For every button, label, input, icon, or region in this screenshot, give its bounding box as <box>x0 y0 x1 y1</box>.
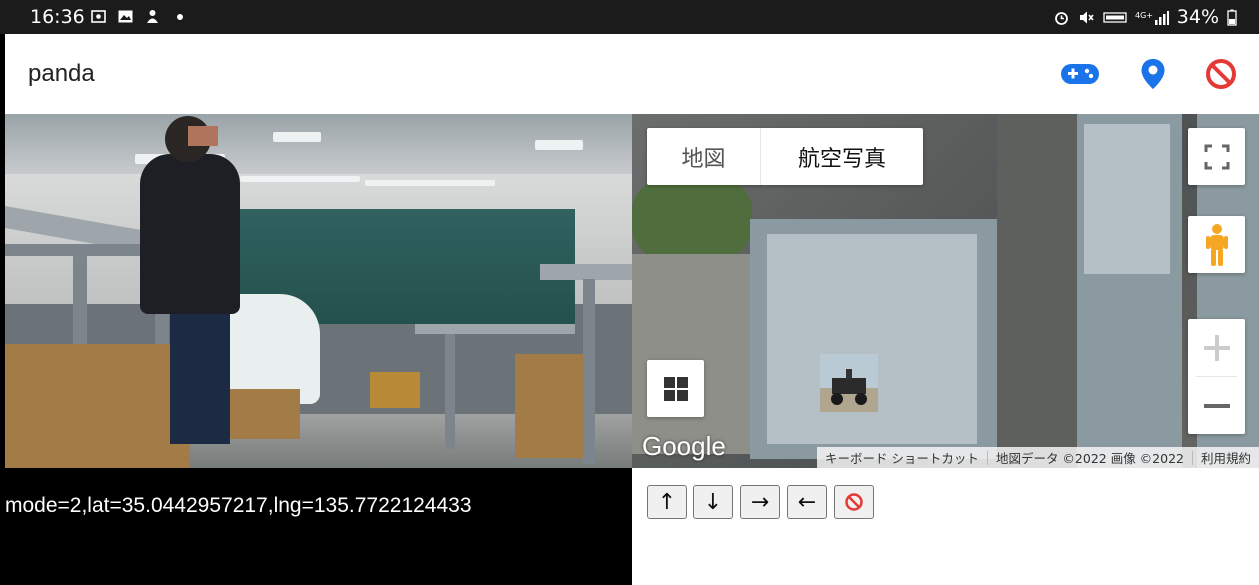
keyboard-shortcuts-link[interactable]: キーボード ショートカット <box>817 448 987 467</box>
wall-light <box>240 176 360 182</box>
stop-button[interactable] <box>1201 56 1241 92</box>
map-building-roof <box>1084 124 1170 274</box>
app-notification-icon <box>147 10 158 23</box>
app-bar: panda <box>5 34 1259 114</box>
alarm-icon <box>1054 11 1068 25</box>
cardboard-box <box>5 344 190 468</box>
desk-leg <box>445 334 455 449</box>
chair <box>370 372 420 408</box>
map-type-map-button[interactable]: 地図 <box>647 128 760 185</box>
terms-link[interactable]: 利用規約 <box>1193 448 1259 467</box>
screenshot-icon <box>91 10 106 23</box>
camera-feed <box>5 114 632 468</box>
gallery-icon <box>118 10 133 23</box>
move-down-button[interactable]: ↓ <box>693 485 733 519</box>
zoom-out-button[interactable] <box>1188 377 1245 434</box>
more-notifications-icon <box>177 13 183 20</box>
map-type-toggle: 地図 航空写真 <box>647 128 923 185</box>
pegman-icon <box>1205 223 1228 266</box>
mute-icon <box>1079 11 1094 23</box>
zoom-control <box>1188 319 1245 434</box>
wall-light <box>365 180 495 186</box>
svg-text:4G+: 4G+ <box>1135 11 1153 20</box>
no-entry-icon <box>1206 59 1236 89</box>
person-phone <box>188 126 218 146</box>
map-road <box>997 114 1077 468</box>
map-view[interactable]: 地図 航空写真 Google キーボード ショートカット 地図データ ©2022… <box>632 114 1259 468</box>
move-left-button[interactable]: ← <box>787 485 827 519</box>
status-time: 16:36 <box>30 6 85 28</box>
move-right-button[interactable]: → <box>740 485 780 519</box>
app-title: panda <box>28 60 95 87</box>
map-footer: キーボード ショートカット 地図データ ©2022 画像 ©2022 利用規約 <box>816 447 1259 468</box>
status-bar: 16:36 4G+ 34% <box>0 0 1259 34</box>
fullscreen-button[interactable] <box>1188 128 1245 185</box>
stop-move-button[interactable] <box>834 485 874 519</box>
plus-icon <box>1203 334 1230 361</box>
battery-icon <box>1227 9 1237 26</box>
fullscreen-icon <box>1204 144 1229 169</box>
person-legs <box>170 304 230 444</box>
desk-leg <box>583 279 595 464</box>
grid-icon <box>663 376 688 401</box>
control-panel: ↑ ↓ → ← <box>632 468 1259 585</box>
volte-icon <box>1103 11 1127 23</box>
position-readout: mode=2,lat=35.0442957217,lng=135.7722124… <box>5 494 472 517</box>
move-up-button[interactable]: ↑ <box>647 485 687 519</box>
map-trees <box>632 174 752 264</box>
location-button[interactable] <box>1133 56 1173 92</box>
desk-top <box>540 264 632 280</box>
status-right: 4G+ 34% <box>1053 6 1237 28</box>
ceiling-light <box>273 132 321 142</box>
street-view-button[interactable] <box>1188 216 1245 273</box>
desk-top <box>415 324 575 334</box>
gamepad-button[interactable] <box>1060 56 1100 92</box>
gamepad-icon <box>1061 64 1099 84</box>
no-entry-icon <box>845 493 863 511</box>
zoom-in-button[interactable] <box>1188 319 1245 376</box>
signal-4g-icon: 4G+ <box>1135 10 1169 25</box>
robot-marker[interactable] <box>820 354 878 412</box>
battery-percent: 34% <box>1176 6 1219 28</box>
map-type-satellite-button[interactable]: 航空写真 <box>760 128 923 185</box>
cardboard-box <box>225 389 300 439</box>
map-road <box>632 254 752 454</box>
layers-button[interactable] <box>647 360 704 417</box>
minus-icon <box>1203 403 1230 408</box>
ceiling-light <box>535 140 583 150</box>
status-left-icons <box>90 8 183 25</box>
map-data-attribution: 地図データ ©2022 画像 ©2022 <box>995 451 1184 466</box>
location-pin-icon <box>1141 59 1165 89</box>
robot-photo-icon <box>820 354 878 412</box>
cardboard-box <box>515 354 583 458</box>
person-body <box>140 154 240 314</box>
map-building-roof <box>767 234 977 444</box>
google-logo: Google <box>642 431 726 461</box>
app-root: 16:36 4G+ 34% panda 地図 航空写真 Google キーボード… <box>0 0 1259 585</box>
